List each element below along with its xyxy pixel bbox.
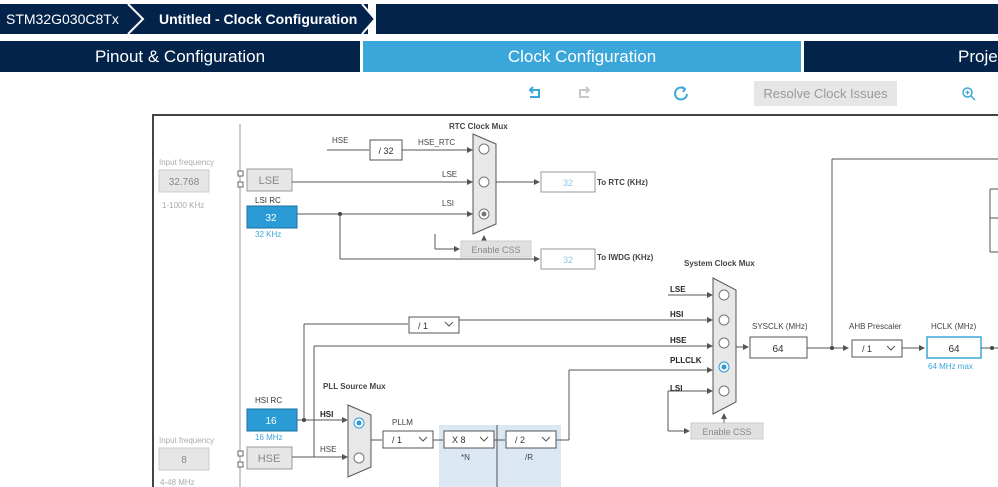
resolve-clock-issues-button[interactable]: Resolve Clock Issues [754, 81, 897, 106]
lsi-rc-value: 32 [265, 213, 277, 224]
lse-range-label: 1-1000 KHz [162, 201, 204, 210]
hsi-rc-value: 16 [265, 416, 277, 427]
rtc-mux-title: RTC Clock Mux [449, 122, 508, 131]
to-rtc-value: 32 [563, 178, 573, 188]
rtc-hse-rtc-label: HSE_RTC [418, 138, 455, 147]
rtc-lsi-label: LSI [442, 199, 454, 208]
rtc-mux-option-lse[interactable] [478, 176, 490, 188]
sys-hsi-label: HSI [670, 310, 683, 319]
rtc-hse-label: HSE [332, 136, 348, 145]
pllr-value: / 2 [515, 435, 525, 445]
to-iwdg-label: To IWDG (KHz) [597, 253, 654, 262]
sys-mux-option-hsi[interactable] [718, 314, 730, 326]
lsi-rc-label: LSI RC [255, 196, 281, 205]
zoom-in-icon[interactable] [961, 86, 977, 102]
tab-pinout[interactable]: Pinout & Configuration [0, 41, 360, 72]
to-rtc-label: To RTC (KHz) [597, 178, 648, 187]
ahb-prescaler-select[interactable] [851, 339, 903, 358]
lse-oscillator-label: LSE [259, 175, 280, 187]
pll-source-mux-title: PLL Source Mux [323, 382, 386, 391]
hclk-label: HCLK (MHz) [931, 322, 977, 331]
tab-project[interactable]: Proje [804, 41, 998, 72]
hse-oscillator-label: HSE [258, 453, 281, 465]
pll-mux-option-hse[interactable] [353, 452, 365, 464]
clock-tree-canvas: Input frequency 32.768 1-1000 KHz Input … [152, 114, 998, 487]
rtc-enable-css-label: Enable CSS [471, 245, 520, 255]
pllr-select[interactable] [505, 430, 557, 449]
rtc-mux-option-hse[interactable] [478, 143, 490, 155]
undo-icon[interactable] [526, 85, 544, 101]
sys-enable-css-label: Enable CSS [702, 427, 751, 437]
ahb-prescaler-label: AHB Prescaler [849, 322, 902, 331]
hse-input-frequency-label: Input frequency [159, 436, 214, 445]
rtc-hse-divider-value: / 32 [378, 146, 393, 156]
sys-hse-label: HSE [670, 336, 687, 345]
pllr-label: /R [525, 453, 533, 462]
plln-label: *N [461, 453, 470, 462]
lse-input-frequency-label: Input frequency [159, 158, 214, 167]
breadcrumb-arrows [127, 4, 998, 34]
rtc-lse-label: LSE [442, 170, 457, 179]
sys-mux-option-lsi[interactable] [718, 385, 730, 397]
hse-input-frequency-value: 8 [181, 455, 187, 466]
lsi-rc-unit: 32 KHz [255, 230, 281, 239]
sys-lsi-label: LSI [670, 384, 682, 393]
hsi-sys-divider-value: / 1 [418, 321, 428, 331]
tab-clock-configuration[interactable]: Clock Configuration [363, 41, 801, 72]
ahb-prescaler-value: / 1 [862, 344, 872, 354]
main-tabs: Pinout & Configuration Clock Configurati… [0, 41, 998, 73]
system-clock-mux-title: System Clock Mux [684, 259, 755, 268]
pllm-select[interactable] [382, 430, 434, 449]
sys-lse-label: LSE [670, 285, 686, 294]
hse-range-label: 4-48 MHz [160, 478, 195, 487]
hclk-value: 64 [948, 344, 960, 355]
hsi-sys-divider-select[interactable] [408, 316, 460, 334]
to-iwdg-value: 32 [563, 255, 573, 265]
sys-mux-option-hse[interactable] [718, 337, 730, 349]
hclk-max-label: 64 MHz max [928, 362, 973, 371]
clock-tree-diagram: Input frequency 32.768 1-1000 KHz Input … [158, 122, 998, 487]
sysclk-label: SYSCLK (MHz) [752, 322, 808, 331]
pll-hsi-label: HSI [320, 410, 333, 419]
breadcrumb-project[interactable]: Untitled - Clock Configuration [159, 4, 357, 34]
redo-icon[interactable] [575, 85, 593, 101]
refresh-icon[interactable] [672, 85, 690, 103]
sys-pllclk-label: PLLCLK [670, 356, 702, 365]
hsi-rc-label: HSI RC [255, 396, 282, 405]
pll-source-mux [347, 404, 372, 478]
plln-value: X 8 [452, 435, 466, 445]
pllm-value: / 1 [392, 435, 402, 445]
lse-input-frequency-value: 32.768 [169, 177, 200, 188]
pllm-label: PLLM [392, 418, 413, 427]
sys-mux-option-lse[interactable] [718, 289, 730, 301]
pll-hse-label: HSE [320, 445, 336, 454]
hsi-rc-unit: 16 MHz [255, 433, 283, 442]
sysclk-value: 64 [772, 344, 784, 355]
breadcrumb: STM32G030C8Tx Untitled - Clock Configura… [0, 0, 998, 34]
